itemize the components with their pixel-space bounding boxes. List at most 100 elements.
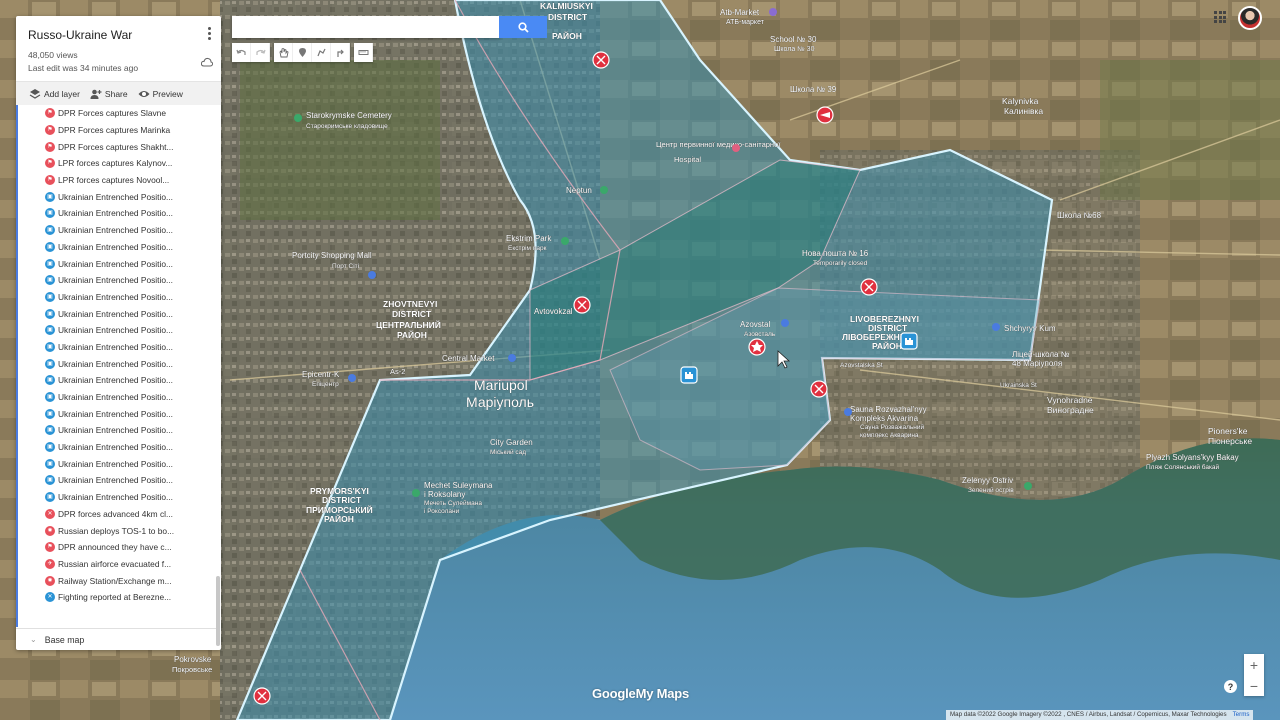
layer-item[interactable]: ⚑ DPR Forces captures Slavne <box>18 105 216 122</box>
draw-line-button[interactable] <box>312 43 331 62</box>
cloud-saved-icon <box>201 57 213 67</box>
redo-button[interactable] <box>251 43 270 62</box>
layer-item[interactable]: ▣ Ukrainian Entrenched Positio... <box>18 372 216 389</box>
layer-item-list[interactable]: ⚑ DPR Forces captures Slavne ⚑ DPR Forces c… <box>16 105 216 627</box>
fort-icon: ▣ <box>45 208 55 219</box>
layer-item[interactable]: ▣ Ukrainian Entrenched Positio... <box>18 405 216 422</box>
map-title[interactable]: Russo-Ukraine War <box>28 28 209 42</box>
measure-button[interactable] <box>354 43 373 62</box>
label-zhovtnevyi-district: DISTRICT <box>392 309 432 319</box>
label-epicentr: Epicentr-K <box>302 370 340 379</box>
layer-item[interactable]: ▣ Ukrainian Entrenched Positio... <box>18 455 216 472</box>
directions-button[interactable] <box>331 43 350 62</box>
green-area <box>240 60 440 220</box>
poi-pin-icon[interactable] <box>412 489 420 497</box>
search-button[interactable] <box>499 16 547 38</box>
hand-icon <box>279 47 289 58</box>
poi-pin-icon[interactable] <box>508 354 516 362</box>
zoom-in-button[interactable]: + <box>1244 654 1264 675</box>
layer-item[interactable]: ▣ Ukrainian Entrenched Positio... <box>18 188 216 205</box>
fort-icon[interactable] <box>680 366 698 384</box>
layer-item-label: Ukrainian Entrenched Positio... <box>58 492 173 503</box>
poi-pin-icon[interactable] <box>561 237 569 245</box>
terms-link[interactable]: Terms <box>1233 711 1250 719</box>
label-as2: As-2 <box>390 367 405 376</box>
layer-item-label: Ukrainian Entrenched Positio... <box>58 425 173 436</box>
layer-item[interactable]: ▣ Ukrainian Entrenched Positio... <box>18 339 216 356</box>
label-starokrymske: Starokrymske Cemetery <box>306 111 392 120</box>
share-button[interactable]: Share <box>90 88 128 100</box>
layer-item[interactable]: ▣ Ukrainian Entrenched Positio... <box>18 322 216 339</box>
poi-pin-icon[interactable] <box>294 114 302 122</box>
zoom-out-button[interactable]: − <box>1244 675 1264 696</box>
layer-item[interactable]: ✈ Russian airforce evacuated f... <box>18 556 216 573</box>
map-attribution: Map data ©2022 Google Imagery ©2022 , CN… <box>946 710 1254 720</box>
panel-scrollbar[interactable] <box>216 576 220 646</box>
pan-hand-button[interactable] <box>274 43 293 62</box>
poi-pin-icon[interactable] <box>992 323 1000 331</box>
preview-button[interactable]: Preview <box>138 88 183 100</box>
layer-item[interactable]: ✸ Railway Station/Exchange m... <box>18 572 216 589</box>
poi-pin-icon[interactable] <box>781 319 789 327</box>
layer-item[interactable]: ▣ Ukrainian Entrenched Positio... <box>18 272 216 289</box>
layer-item[interactable]: ▣ Ukrainian Entrenched Positio... <box>18 489 216 506</box>
fort-icon[interactable] <box>900 332 918 350</box>
layer-item[interactable]: ✕ Fighting reported at Berezne... <box>18 589 216 606</box>
layer-item[interactable]: ⚑ LPR forces captures Novool... <box>18 172 216 189</box>
label-mechet2: i Roksolany <box>424 490 465 499</box>
plane-icon: ✈ <box>45 558 55 569</box>
user-avatar[interactable] <box>1238 6 1262 30</box>
poi-pin-icon[interactable] <box>732 144 740 152</box>
layer-item[interactable]: ⚑ LPR forces captures Kalynov... <box>18 155 216 172</box>
layer-item[interactable]: ▣ Ukrainian Entrenched Positio... <box>18 255 216 272</box>
add-layer-button[interactable]: Add layer <box>29 88 80 100</box>
layer-item[interactable]: ▣ Ukrainian Entrenched Positio... <box>18 289 216 306</box>
label-starokrymske-ua: Старокримське кладовище <box>306 123 388 130</box>
label-mariupol-en: Mariupol <box>474 377 528 393</box>
crossed-swords-icon[interactable] <box>810 380 828 398</box>
poi-pin-icon[interactable] <box>1024 482 1032 490</box>
crossed-swords-icon[interactable] <box>253 687 271 705</box>
crossed-swords-icon[interactable] <box>573 296 591 314</box>
poi-pin-icon[interactable] <box>368 271 376 279</box>
layer-item[interactable]: ⚑ DPR Forces captures Marinka <box>18 122 216 139</box>
poi-pin-icon[interactable] <box>348 374 356 382</box>
layer-item[interactable]: ✸ Russian deploys TOS-1 to bo... <box>18 522 216 539</box>
layer-item-label: Ukrainian Entrenched Positio... <box>58 325 173 336</box>
layer-item[interactable]: ▣ Ukrainian Entrenched Positio... <box>18 239 216 256</box>
layer-item[interactable]: ▣ Ukrainian Entrenched Positio... <box>18 422 216 439</box>
explosion-icon[interactable] <box>748 338 766 356</box>
poi-pin-icon[interactable] <box>600 186 608 194</box>
help-icon[interactable]: ? <box>1224 680 1237 693</box>
label-pionerske-ua: Піонерське <box>1208 436 1252 446</box>
label-ekstrim-ua: Екстрім парк <box>508 244 547 252</box>
layer-item[interactable]: ▣ Ukrainian Entrenched Positio... <box>18 205 216 222</box>
plane-icon[interactable] <box>816 106 834 124</box>
layer-item[interactable]: ▣ Ukrainian Entrenched Positio... <box>18 222 216 239</box>
add-layer-label: Add layer <box>44 88 80 99</box>
label-kalmiuskyi-district: DISTRICT <box>548 12 588 22</box>
base-map-toggle[interactable]: ⌄ Base map <box>16 628 216 650</box>
crossed-swords-icon[interactable] <box>592 51 610 69</box>
label-kalynivka: Kalynivka <box>1002 96 1039 106</box>
add-marker-button[interactable] <box>293 43 312 62</box>
poi-pin-icon[interactable] <box>844 408 852 416</box>
layer-item[interactable]: ✕ DPR forces advanced 4km cl... <box>18 506 216 523</box>
poi-pin-icon[interactable] <box>769 8 777 16</box>
layer-item[interactable]: ⚑ DPR Forces captures Shakht... <box>18 138 216 155</box>
crossed-swords-icon[interactable] <box>860 278 878 296</box>
search-input[interactable] <box>232 16 499 38</box>
layer-item[interactable]: ▣ Ukrainian Entrenched Positio... <box>18 472 216 489</box>
layer-item[interactable]: ▣ Ukrainian Entrenched Positio... <box>18 389 216 406</box>
label-vynohradne-ua: Виноградне <box>1047 405 1094 415</box>
map-toolbar <box>232 43 373 62</box>
layer-item[interactable]: ⚑ DPR announced they have c... <box>18 539 216 556</box>
fort-icon: ▣ <box>45 492 55 503</box>
layer-item[interactable]: ▣ Ukrainian Entrenched Positio... <box>18 355 216 372</box>
layer-item[interactable]: ▣ Ukrainian Entrenched Positio... <box>18 305 216 322</box>
layer-item-label: DPR Forces captures Marinka <box>58 125 171 136</box>
google-apps-icon[interactable] <box>1214 11 1226 23</box>
layer-item[interactable]: ▣ Ukrainian Entrenched Positio... <box>18 439 216 456</box>
more-options-icon[interactable] <box>206 26 212 40</box>
undo-button[interactable] <box>232 43 251 62</box>
